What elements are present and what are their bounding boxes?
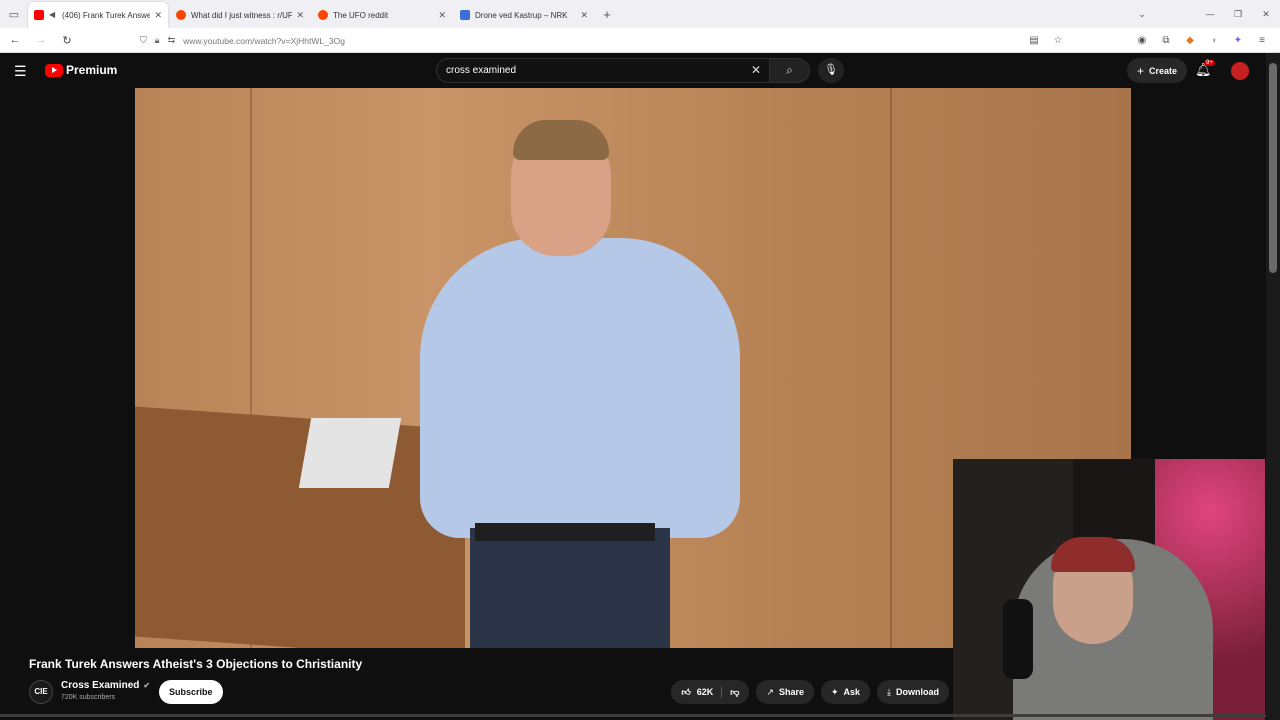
- speaker-body: [420, 238, 740, 538]
- page-bottom-bar: [0, 714, 1266, 717]
- subscriber-count: 720K subscribers: [61, 694, 116, 701]
- streamer-cap: [1051, 537, 1135, 572]
- plus-icon: +: [1137, 63, 1145, 78]
- audio-extension-icon[interactable]: ◖: [1202, 35, 1226, 46]
- ai-extension-icon[interactable]: ✦: [1226, 35, 1250, 46]
- speaker-icon[interactable]: ◀: [49, 10, 57, 20]
- podium: [135, 406, 465, 648]
- bookmark-star-icon[interactable]: ☆: [1046, 35, 1070, 46]
- close-tab-icon[interactable]: ✕: [580, 10, 588, 21]
- page-scrollbar[interactable]: [1266, 53, 1280, 720]
- reddit-favicon-icon: [318, 10, 328, 20]
- user-avatar[interactable]: [1231, 62, 1249, 80]
- laptop: [298, 418, 402, 488]
- browser-tab-reddit-ufos[interactable]: What did I just witness : r/UFOs ✕: [170, 2, 310, 28]
- close-tab-icon[interactable]: ✕: [438, 10, 446, 21]
- channel-name[interactable]: Cross Examined: [61, 680, 139, 691]
- webcam-overlay: [953, 459, 1265, 720]
- create-label: Create: [1149, 65, 1178, 76]
- tab-title: Drone ved Kastrup – NRK: [475, 10, 568, 20]
- tab-title: The UFO reddit: [333, 10, 389, 20]
- voice-search-button[interactable]: 🎙︎: [818, 58, 844, 83]
- speaker-belt: [475, 523, 655, 541]
- download-label: Download: [896, 687, 939, 697]
- shield-icon[interactable]: ⛉: [140, 35, 147, 46]
- download-icon: ⤓: [887, 686, 891, 697]
- search-button[interactable]: ⌕: [770, 58, 810, 83]
- close-window-icon[interactable]: ✕: [1252, 9, 1280, 20]
- sparkle-icon: ✦: [830, 686, 839, 697]
- nrk-favicon-icon: [460, 10, 470, 20]
- share-label: Share: [778, 687, 804, 697]
- video-actions: 👍︎ 62K 👎︎ ↗ Share ✦ Ask ⤓ Download: [671, 680, 949, 704]
- browser-tab-nrk[interactable]: Drone ved Kastrup – NRK ✕: [454, 2, 594, 28]
- like-count: 62K: [696, 687, 714, 697]
- forward-icon[interactable]: →: [30, 34, 52, 46]
- new-tab-button[interactable]: +: [596, 2, 618, 28]
- verified-icon: ✔: [143, 681, 151, 690]
- channel-name-link[interactable]: Cross Examined ✔: [61, 680, 150, 691]
- tab-overflow-chevron-icon[interactable]: ⌄: [1128, 9, 1156, 20]
- fox-extension-icon[interactable]: ◆: [1178, 35, 1202, 46]
- speaker-pants: [470, 528, 670, 648]
- share-button[interactable]: ↗ Share: [756, 680, 814, 704]
- tab-title: What did I just witness : r/UFOs: [191, 10, 293, 20]
- browser-tab-bar: ▭ ◀ (406) Frank Turek Answers A ✕ What d…: [0, 0, 1280, 28]
- youtube-header: ☰ Premium cross examined ✕ ⌕ 🎙︎ + Create…: [0, 53, 1266, 88]
- create-button[interactable]: + Create: [1127, 58, 1188, 83]
- url-text[interactable]: www.youtube.com/watch?v=XjHhtWL_3Og: [183, 36, 345, 46]
- microphone-icon: 🎙︎: [824, 64, 838, 76]
- tab-title: (406) Frank Turek Answers A: [62, 10, 151, 20]
- close-tab-icon[interactable]: ✕: [296, 10, 304, 21]
- like-button[interactable]: 👍︎ 62K: [671, 686, 723, 698]
- speaker-hair: [513, 120, 609, 160]
- youtube-premium-logo[interactable]: Premium: [45, 63, 117, 77]
- channel-avatar[interactable]: CIE: [29, 680, 53, 704]
- scrollbar-thumb[interactable]: [1269, 63, 1277, 273]
- tab-list-icon[interactable]: ▭: [0, 0, 28, 28]
- thumbs-up-icon: 👍︎: [681, 686, 691, 697]
- ask-button[interactable]: ✦ Ask: [820, 680, 871, 704]
- window-controls: ⌄ — ❐ ✕: [1128, 0, 1280, 28]
- logo-text: Premium: [66, 63, 118, 77]
- search-input[interactable]: cross examined ✕: [436, 58, 770, 83]
- reddit-favicon-icon: [176, 10, 186, 20]
- ask-label: Ask: [843, 687, 861, 697]
- notification-badge: 9+: [1204, 60, 1215, 66]
- browser-tab-youtube[interactable]: ◀ (406) Frank Turek Answers A ✕: [28, 2, 168, 28]
- hamburger-menu-icon[interactable]: ☰: [14, 63, 27, 80]
- video-title: Frank Turek Answers Atheist's 3 Objectio…: [29, 657, 363, 671]
- search-icon: ⌕: [786, 63, 793, 77]
- like-dislike-group: 👍︎ 62K 👎︎: [671, 680, 750, 704]
- back-icon[interactable]: ←: [4, 34, 26, 46]
- subscribe-button[interactable]: Subscribe: [159, 680, 223, 704]
- restore-icon[interactable]: ❐: [1224, 9, 1252, 20]
- wall-panel-seam: [890, 88, 892, 648]
- youtube-favicon-icon: [34, 10, 44, 20]
- browser-tab-ufo-reddit[interactable]: The UFO reddit ✕: [312, 2, 452, 28]
- download-button[interactable]: ⤓ Download: [877, 680, 949, 704]
- menu-icon[interactable]: ≡: [1250, 35, 1274, 46]
- dislike-button[interactable]: 👎︎: [722, 687, 749, 698]
- share-icon: ↗: [766, 686, 774, 697]
- close-tab-icon[interactable]: ✕: [154, 10, 162, 21]
- clear-search-icon[interactable]: ✕: [751, 63, 761, 77]
- extensions-icon[interactable]: ⧉: [1154, 35, 1178, 46]
- browser-nav-bar: ← → ↻ ⛉ 🔒︎ ⇆ www.youtube.com/watch?v=XjH…: [0, 28, 1280, 53]
- page-settings-icon[interactable]: ⇆: [168, 35, 176, 46]
- browser-toolbar-right: ▤ ☆ ◉ ⧉ ◆ ◖ ✦ ≡: [1022, 28, 1274, 53]
- reader-mode-icon[interactable]: ▤: [1022, 35, 1046, 46]
- url-bar[interactable]: ⛉ 🔒︎ ⇆ www.youtube.com/watch?v=XjHhtWL_3…: [140, 30, 1060, 51]
- youtube-play-icon: [45, 63, 63, 77]
- minimize-icon[interactable]: —: [1196, 9, 1224, 19]
- thumbs-down-icon: 👎︎: [730, 686, 740, 697]
- account-icon[interactable]: ◉: [1130, 35, 1154, 46]
- lock-icon[interactable]: 🔒︎: [155, 35, 160, 46]
- reload-icon[interactable]: ↻: [56, 34, 78, 47]
- streamer-microphone: [1003, 599, 1033, 679]
- search-query[interactable]: cross examined: [446, 65, 516, 76]
- channel-row: CIE Cross Examined ✔ 720K subscribers Su…: [29, 678, 949, 706]
